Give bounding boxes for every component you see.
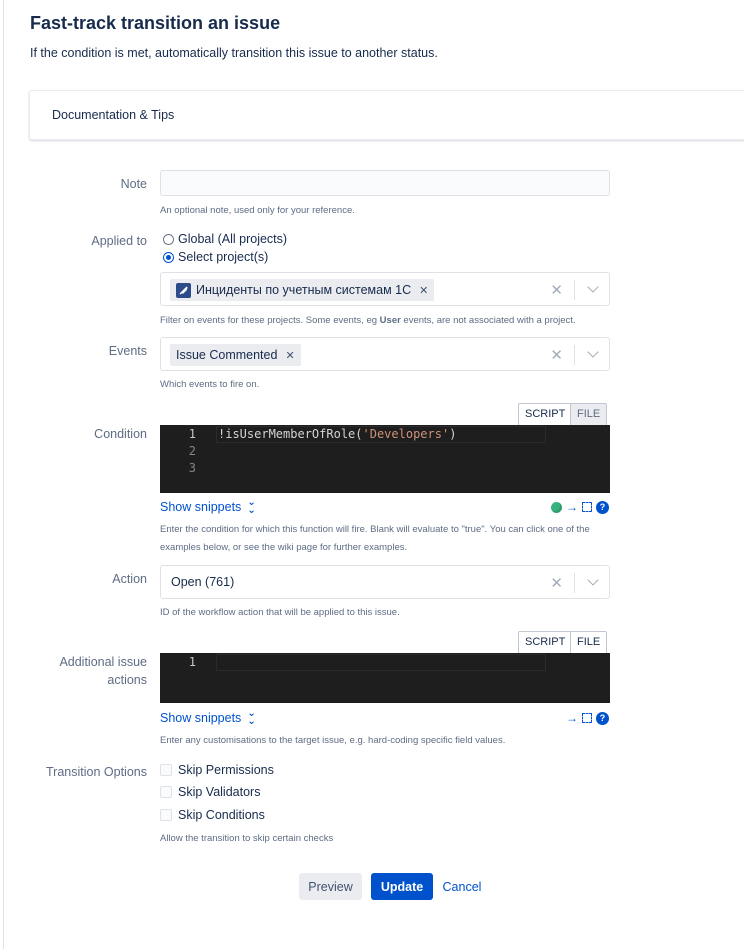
applied-to-help-text-end: events, are not associated with a projec…	[400, 315, 576, 326]
radio-global[interactable]: Global (All projects)	[163, 232, 287, 246]
event-tag: Issue Commented ✕	[170, 344, 301, 366]
page-subtitle: If the condition is met, automatically t…	[30, 46, 438, 60]
documentation-panel[interactable]: Documentation & Tips	[29, 90, 744, 140]
select-separator	[574, 345, 575, 365]
arrow-right-icon[interactable]: →	[566, 500, 578, 514]
arrow-right-icon[interactable]: →	[566, 711, 578, 725]
note-help: An optional note, used only for your ref…	[160, 205, 355, 216]
clear-icon[interactable]: ✕	[550, 281, 563, 299]
skip-conditions-checkbox[interactable]	[160, 809, 172, 821]
close-icon[interactable]: ✕	[419, 284, 428, 297]
condition-help-line2: examples below, or see the wiki page for…	[160, 542, 408, 553]
transition-options-help: Allow the transition to skip certain che…	[160, 833, 334, 844]
line-number: 1	[188, 655, 196, 669]
applied-to-help-text: Filter on events for these projects. Som…	[160, 315, 380, 326]
radio-select-projects[interactable]: Select project(s)	[163, 250, 268, 264]
skip-permissions-option[interactable]: Skip Permissions	[160, 763, 274, 777]
skip-validators-checkbox[interactable]	[160, 786, 172, 798]
update-button[interactable]: Update	[371, 873, 433, 900]
additional-help: Enter any customisations to the target i…	[160, 735, 506, 746]
left-border	[3, 0, 4, 949]
action-help: ID of the workflow action that will be a…	[160, 607, 400, 618]
tab-additional-file[interactable]: FILE	[570, 631, 608, 653]
additional-editor[interactable]: 1	[160, 653, 610, 703]
chevron-down-icon[interactable]	[587, 574, 599, 586]
skip-conditions-label: Skip Conditions	[178, 808, 265, 822]
line-number: 1	[188, 427, 196, 441]
show-snippets-additional[interactable]: Show snippets ⌄ ⌄	[160, 708, 256, 727]
transition-options-label: Transition Options	[46, 765, 147, 779]
skip-permissions-checkbox[interactable]	[160, 764, 172, 776]
code-string-token: 'Developers'	[362, 427, 450, 441]
select-separator	[574, 280, 575, 300]
radio-select-projects-label: Select project(s)	[178, 250, 269, 264]
show-snippets-condition[interactable]: Show snippets ⌄ ⌄	[160, 497, 256, 516]
condition-code[interactable]: !isUserMemberOfRole('Developers')	[218, 426, 456, 443]
additional-label-line1: Additional issue	[59, 655, 147, 669]
additional-editor-tools: → ?	[566, 711, 609, 725]
note-input[interactable]	[160, 170, 610, 196]
status-ok-icon	[551, 501, 562, 513]
skip-permissions-label: Skip Permissions	[178, 763, 274, 777]
tab-additional-script[interactable]: SCRIPT	[518, 631, 573, 653]
close-icon[interactable]: ✕	[285, 349, 294, 362]
applied-to-help-bold: User	[379, 315, 401, 326]
select-separator	[574, 573, 575, 593]
code-token: )	[449, 427, 457, 441]
page-title: Fast-track transition an issue	[30, 13, 281, 33]
action-value: Open (761)	[171, 575, 235, 589]
help-icon[interactable]: ?	[596, 500, 609, 514]
tab-condition-script[interactable]: SCRIPT	[518, 403, 573, 425]
current-line-highlight	[216, 654, 546, 671]
chevron-down-icon[interactable]	[587, 346, 599, 358]
line-number: 2	[188, 444, 196, 458]
condition-help-line1: Enter the condition for which this funct…	[160, 524, 590, 535]
skip-conditions-option[interactable]: Skip Conditions	[160, 808, 265, 822]
action-label: Action	[112, 572, 147, 586]
show-snippets-label: Show snippets	[160, 500, 242, 514]
additional-label-line2: actions	[107, 673, 147, 687]
help-icon[interactable]: ?	[596, 711, 609, 725]
events-help: Which events to fire on.	[160, 379, 260, 390]
action-select[interactable]: Open (761) ✕	[160, 565, 610, 599]
note-label: Note	[120, 177, 147, 191]
condition-label: Condition	[94, 427, 147, 441]
event-tag-label: Issue Commented	[176, 348, 278, 362]
skip-validators-label: Skip Validators	[178, 785, 261, 799]
line-number: 3	[188, 461, 196, 475]
skip-validators-option[interactable]: Skip Validators	[160, 785, 260, 799]
chevron-down-icon[interactable]	[587, 281, 599, 293]
double-chevron-down-icon: ⌄ ⌄	[247, 708, 256, 727]
condition-editor-tools: → ?	[551, 500, 609, 514]
applied-to-help: Filter on events for these projects. Som…	[160, 312, 576, 329]
condition-editor[interactable]: 1 2 3 !isUserMemberOfRole('Developers')	[160, 425, 610, 493]
expand-icon[interactable]	[582, 713, 592, 723]
tab-condition-file[interactable]: FILE	[570, 403, 608, 425]
radio-global-circle[interactable]	[163, 233, 174, 245]
events-select[interactable]: Issue Commented ✕ ✕	[160, 337, 610, 371]
clear-icon[interactable]: ✕	[550, 574, 563, 592]
code-token: !isUserMemberOfRole(	[218, 427, 363, 441]
preview-button[interactable]: Preview	[299, 873, 362, 900]
rocket-icon	[176, 282, 191, 298]
show-snippets-label: Show snippets	[160, 711, 242, 725]
project-tag: Инциденты по учетным системам 1С ✕	[170, 279, 435, 301]
events-label: Events	[108, 344, 147, 358]
radio-global-label: Global (All projects)	[178, 232, 288, 246]
cancel-link[interactable]: Cancel	[440, 873, 484, 900]
project-select[interactable]: Инциденты по учетным системам 1С ✕ ✕	[160, 272, 610, 306]
documentation-title: Documentation & Tips	[52, 108, 175, 122]
double-chevron-down-icon: ⌄ ⌄	[247, 497, 256, 516]
clear-icon[interactable]: ✕	[550, 346, 563, 364]
project-tag-label: Инциденты по учетным системам 1С	[196, 283, 412, 297]
radio-select-projects-circle[interactable]	[163, 251, 174, 263]
expand-icon[interactable]	[582, 502, 592, 512]
applied-to-label: Applied to	[91, 234, 147, 248]
